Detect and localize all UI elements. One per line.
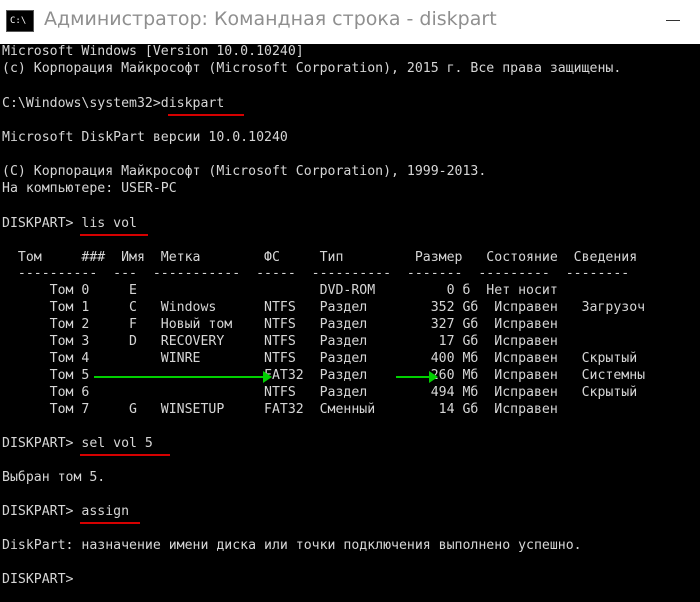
console-line: Выбран том 5.	[2, 470, 106, 485]
arrow-icon	[94, 371, 272, 383]
window-title: Администратор: Командная строка - diskpa…	[44, 8, 497, 30]
volume-table-row: Том 4 WINRE NTFS Раздел 400 Мб Исправен …	[2, 351, 638, 366]
command-line: DISKPART> assign	[2, 504, 130, 519]
volume-table-separator: ---------- --- ----------- ----- -------…	[2, 266, 630, 281]
command-line: DISKPART> sel vol 5	[2, 436, 153, 451]
command-underline	[80, 522, 140, 524]
volume-table-row: Том 0 E DVD-ROM 0 б Нет носит	[2, 283, 558, 298]
command-line: DISKPART> lis vol	[2, 216, 137, 231]
console-output[interactable]: Microsoft Windows [Version 10.0.10240] (…	[0, 44, 700, 602]
console-line: (C) Корпорация Майкрософт (Microsoft Cor…	[2, 164, 487, 179]
volume-table-row: Том 2 F Новый том NTFS Раздел 327 Gб Исп…	[2, 317, 558, 332]
volume-table-row: Том 6 NTFS Раздел 494 Мб Исправен Скрыты…	[2, 385, 638, 400]
title-bar[interactable]: C:\ Администратор: Командная строка - di…	[0, 0, 700, 44]
volume-table-row: Том 3 D RECOVERY NTFS Раздел 17 Gб Испра…	[2, 334, 558, 349]
command-underline	[80, 234, 148, 236]
minimize-button[interactable]	[664, 10, 684, 30]
arrow-icon	[396, 371, 438, 383]
command-underline	[168, 114, 244, 116]
console-line: DiskPart: назначение имени диска или точ…	[2, 538, 582, 553]
command-prompt-line: DISKPART>	[2, 572, 74, 587]
console-line: Microsoft DiskPart версии 10.0.10240	[2, 130, 288, 145]
command-prompt-window: C:\ Администратор: Командная строка - di…	[0, 0, 700, 602]
console-app-icon: C:\	[6, 10, 34, 32]
console-line: На компьютере: USER-PC	[2, 181, 177, 196]
command-line: C:\Windows\system32>diskpart	[2, 96, 225, 111]
volume-table-row: Том 7 G WINSETUP FAT32 Сменный 14 Gб Исп…	[2, 402, 558, 417]
volume-table-header: Том ### Имя Метка ФС Тип Размер Состояни…	[2, 250, 638, 265]
console-line: Microsoft Windows [Version 10.0.10240]	[2, 44, 304, 59]
command-underline	[80, 454, 170, 456]
console-line: (c) Корпорация Майкрософт (Microsoft Cor…	[2, 61, 622, 76]
volume-table-row: Том 1 C Windows NTFS Раздел 352 Gб Испра…	[2, 300, 646, 315]
